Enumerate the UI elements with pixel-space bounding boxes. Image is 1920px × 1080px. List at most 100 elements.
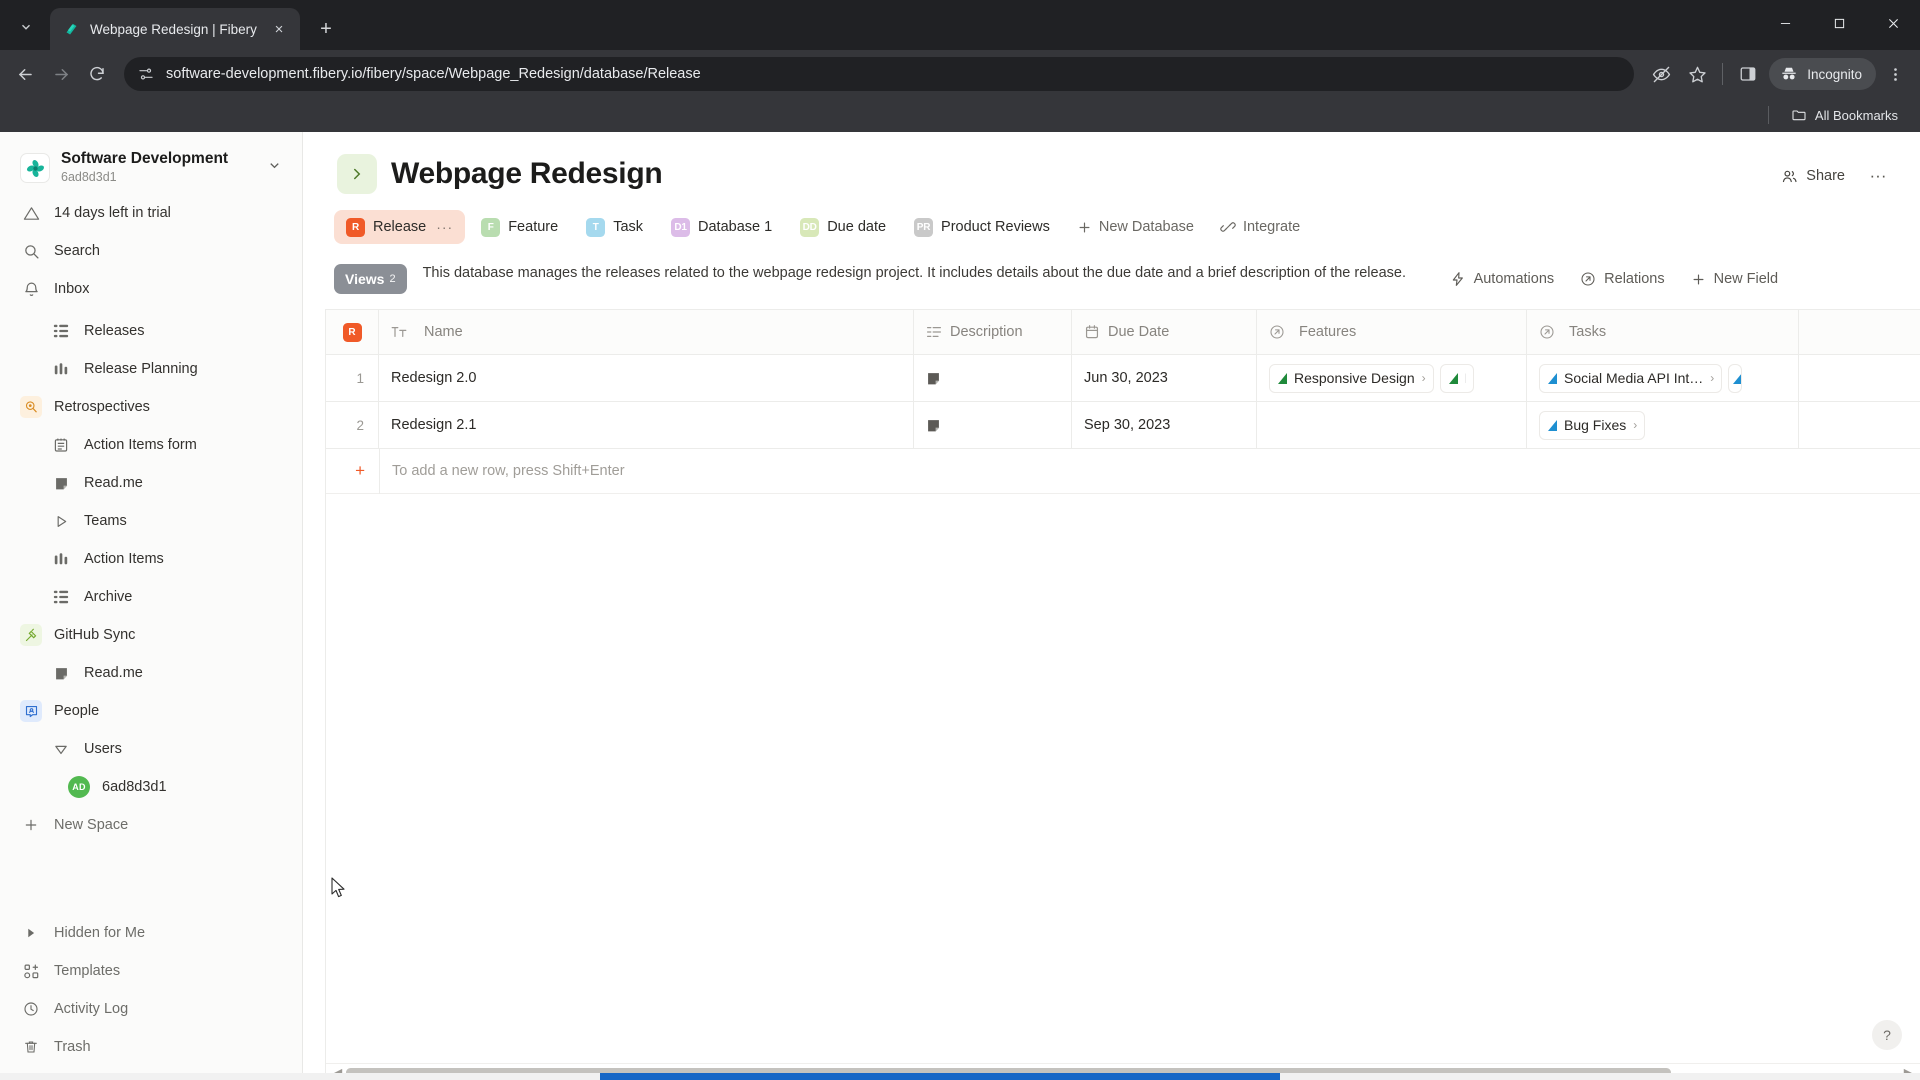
help-button[interactable]: ? bbox=[1872, 1020, 1902, 1050]
new-database-label: New Database bbox=[1098, 219, 1194, 235]
db-tab-feature[interactable]: F Feature bbox=[469, 210, 570, 244]
tab-close-icon[interactable]: × bbox=[268, 18, 290, 40]
sidebar-item-retrospectives[interactable]: Retrospectives bbox=[6, 388, 296, 426]
table-row[interactable]: 1 Redesign 2.0 Jun 30, 2023 Responsive D… bbox=[326, 355, 1920, 402]
sidebar-item-trial[interactable]: 14 days left in trial bbox=[6, 194, 296, 232]
db-tab-task[interactable]: T Task bbox=[574, 210, 655, 244]
chip-open-icon[interactable]: › bbox=[1422, 371, 1426, 385]
sidebar-item-readme-retro[interactable]: Read.me bbox=[6, 464, 296, 502]
grid-header-due-date[interactable]: Due Date bbox=[1072, 310, 1257, 354]
integrate-button[interactable]: Integrate bbox=[1209, 210, 1311, 244]
relation-chip[interactable]: Responsive Design › bbox=[1269, 363, 1434, 393]
row-description-cell[interactable] bbox=[914, 355, 1072, 401]
add-row-plus-icon[interactable]: + bbox=[326, 461, 379, 481]
sidebar-item-readme-github[interactable]: Read.me bbox=[6, 654, 296, 692]
relation-chip[interactable]: Social Media API Int… › bbox=[1539, 363, 1723, 393]
row-tasks-cell[interactable]: Bug Fixes › bbox=[1527, 402, 1799, 448]
sidebar-item-github-sync[interactable]: GitHub Sync bbox=[6, 616, 296, 654]
site-settings-icon[interactable] bbox=[138, 66, 154, 82]
folder-icon bbox=[1792, 110, 1806, 121]
sidebar-item-release-planning[interactable]: Release Planning bbox=[6, 350, 296, 388]
sidebar-item-action-items[interactable]: Action Items bbox=[6, 540, 296, 578]
browser-tab[interactable]: Webpage Redesign | Fibery × bbox=[50, 8, 300, 50]
sidebar-item-releases[interactable]: Releases bbox=[6, 312, 296, 350]
sidebar-item-user-6ad8d3d1[interactable]: AD 6ad8d3d1 bbox=[6, 768, 296, 806]
grid-header-name[interactable]: Name bbox=[379, 310, 914, 354]
page-more-menu-button[interactable]: ··· bbox=[1862, 160, 1894, 192]
relation-chip-partial[interactable] bbox=[1728, 363, 1743, 393]
side-panel-icon[interactable] bbox=[1731, 57, 1765, 91]
grid-header-label: Due Date bbox=[1108, 324, 1170, 340]
new-database-button[interactable]: New Database bbox=[1066, 210, 1205, 244]
relation-chip[interactable]: In bbox=[1439, 363, 1474, 393]
new-field-button[interactable]: New Field bbox=[1680, 263, 1789, 295]
chip-label: Bug Fixes bbox=[1564, 417, 1627, 433]
eye-slash-icon[interactable] bbox=[1644, 57, 1678, 91]
sidebar-item-archive[interactable]: Archive bbox=[6, 578, 296, 616]
row-name-cell[interactable]: Redesign 2.1 bbox=[379, 402, 914, 448]
sidebar-item-new-space[interactable]: New Space bbox=[6, 806, 296, 844]
forward-arrow-icon[interactable] bbox=[44, 57, 78, 91]
bookmarks-divider bbox=[1767, 106, 1769, 124]
sidebar-item-templates[interactable]: Templates bbox=[6, 952, 296, 990]
table-row[interactable]: 2 Redesign 2.1 Sep 30, 2023 Bug Fixes › bbox=[326, 402, 1920, 449]
sidebar-item-inbox[interactable]: Inbox bbox=[6, 270, 296, 308]
reload-icon[interactable] bbox=[80, 57, 114, 91]
chevron-down-icon[interactable] bbox=[267, 158, 282, 178]
chip-open-icon[interactable]: › bbox=[1710, 371, 1714, 385]
sidebar-item-trash[interactable]: Trash bbox=[6, 1028, 296, 1066]
sidebar-item-action-items-form[interactable]: Action Items form bbox=[6, 426, 296, 464]
views-button[interactable]: Views 2 bbox=[334, 264, 407, 294]
back-arrow-icon[interactable] bbox=[8, 57, 42, 91]
incognito-indicator[interactable]: Incognito bbox=[1769, 58, 1876, 90]
sidebar-item-label: People bbox=[54, 703, 100, 719]
row-features-cell[interactable] bbox=[1257, 402, 1527, 448]
grid-header-features[interactable]: Features bbox=[1257, 310, 1527, 354]
db-tab-release[interactable]: R Release ··· bbox=[334, 210, 466, 244]
db-tab-label: Release bbox=[373, 219, 427, 235]
workspace-switcher[interactable]: Software Development 6ad8d3d1 bbox=[6, 142, 296, 194]
row-due-date-cell[interactable]: Sep 30, 2023 bbox=[1072, 402, 1257, 448]
row-tasks-cell[interactable]: Social Media API Int… › bbox=[1527, 355, 1799, 401]
kebab-menu-icon[interactable] bbox=[1878, 57, 1912, 91]
address-bar[interactable]: software-development.fibery.io/fibery/sp… bbox=[124, 57, 1635, 91]
maximize-button[interactable] bbox=[1812, 0, 1866, 46]
relations-button[interactable]: Relations bbox=[1569, 263, 1675, 295]
sidebar-item-people[interactable]: People bbox=[6, 692, 296, 730]
chip-open-icon[interactable]: › bbox=[1633, 418, 1637, 432]
sidebar-item-teams[interactable]: Teams bbox=[6, 502, 296, 540]
collapse-triangle-icon[interactable] bbox=[50, 738, 72, 760]
plus-icon bbox=[1691, 272, 1706, 287]
views-label: Views bbox=[345, 271, 385, 287]
minimize-button[interactable] bbox=[1758, 0, 1812, 46]
sidebar-item-hidden-for-me[interactable]: Hidden for Me bbox=[6, 914, 296, 952]
db-tab-due-date[interactable]: DD Due date bbox=[788, 210, 898, 244]
sidebar-item-users[interactable]: Users bbox=[6, 730, 296, 768]
grid-header-description[interactable]: Description bbox=[914, 310, 1072, 354]
row-name-cell[interactable]: Redesign 2.0 bbox=[379, 355, 914, 401]
all-bookmarks-button[interactable]: All Bookmarks bbox=[1783, 103, 1906, 127]
row-features-cell[interactable]: Responsive Design › In bbox=[1257, 355, 1527, 401]
star-icon[interactable] bbox=[1680, 57, 1714, 91]
share-button[interactable]: Share bbox=[1770, 161, 1856, 192]
sidebar-item-activity-log[interactable]: Activity Log bbox=[6, 990, 296, 1028]
sidebar-item-search[interactable]: Search bbox=[6, 232, 296, 270]
grid-header-badge-cell: R bbox=[326, 310, 379, 354]
close-window-button[interactable] bbox=[1866, 0, 1920, 46]
tab-search-icon[interactable] bbox=[8, 10, 44, 44]
add-row[interactable]: + To add a new row, press Shift+Enter bbox=[326, 448, 1920, 494]
db-tab-product-reviews[interactable]: PR Product Reviews bbox=[902, 210, 1062, 244]
row-description-cell[interactable] bbox=[914, 402, 1072, 448]
db-tab-more-icon[interactable]: ··· bbox=[436, 219, 453, 235]
automations-button[interactable]: Automations bbox=[1439, 263, 1566, 295]
relation-chip[interactable]: Bug Fixes › bbox=[1539, 410, 1646, 440]
db-tab-database-1[interactable]: D1 Database 1 bbox=[659, 210, 784, 244]
chevron-right-icon[interactable] bbox=[337, 154, 377, 194]
plus-icon bbox=[20, 814, 42, 836]
grid-header-tasks[interactable]: Tasks bbox=[1527, 310, 1799, 354]
task-triangle-icon bbox=[1548, 372, 1557, 384]
sidebar-item-label: Teams bbox=[84, 513, 127, 529]
new-tab-button[interactable]: + bbox=[310, 13, 342, 45]
sidebar-item-label: Inbox bbox=[54, 281, 90, 297]
row-due-date-cell[interactable]: Jun 30, 2023 bbox=[1072, 355, 1257, 401]
